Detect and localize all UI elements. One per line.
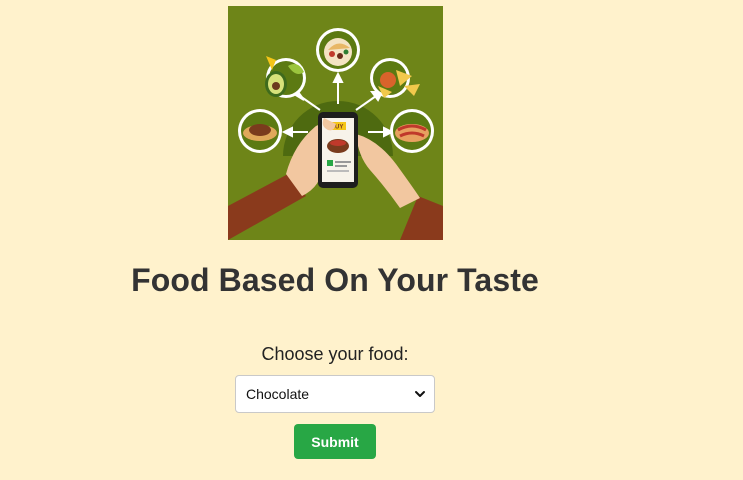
food-select-value: Chocolate bbox=[246, 386, 310, 402]
page-title: Food Based On Your Taste bbox=[131, 262, 539, 298]
submit-button[interactable]: Submit bbox=[294, 424, 376, 459]
hero-image: BUY bbox=[228, 6, 443, 240]
food-select[interactable]: Chocolate bbox=[235, 375, 435, 413]
chevron-down-icon bbox=[415, 391, 425, 397]
food-form: Choose your food: Chocolate Submit bbox=[0, 342, 670, 459]
food-select-wrapper: Chocolate bbox=[235, 375, 435, 413]
choose-food-label: Choose your food: bbox=[261, 344, 409, 364]
